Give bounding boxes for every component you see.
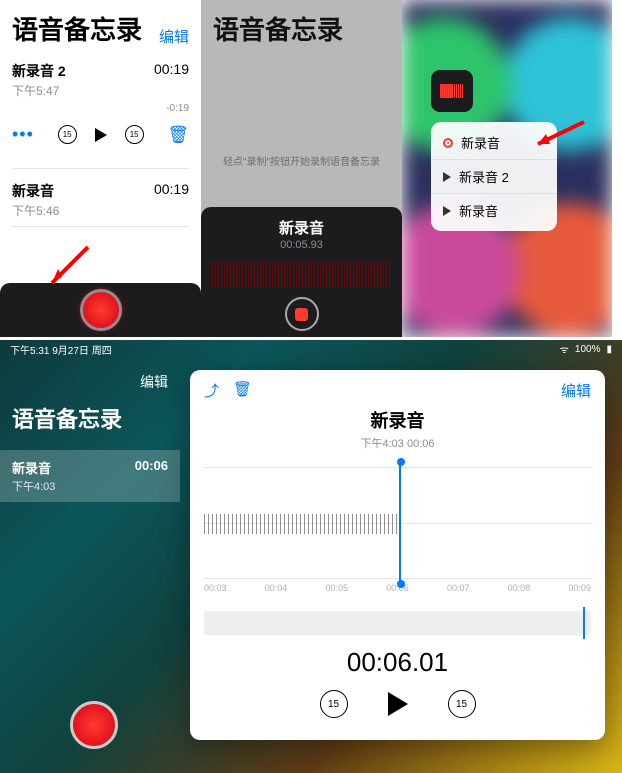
record-button[interactable] [70,701,118,749]
playhead-icon[interactable] [583,607,585,639]
more-icon[interactable]: ••• [12,124,34,145]
edit-button[interactable]: 编辑 [12,372,168,392]
share-icon[interactable]: ⤴︎ [204,380,219,401]
recording-duration: 00:06 [135,458,168,477]
app-title: 语音备忘录 [201,0,402,53]
recording-sheet: 新录音 00:05.93 [201,207,402,337]
playhead-icon[interactable] [399,462,401,584]
quick-action-record[interactable]: 新录音 [431,126,557,160]
skip-forward-icon[interactable]: 15 [448,690,476,718]
playback-time: 00:06.01 [204,647,591,678]
trash-icon[interactable]: 🗑 [233,380,252,401]
play-icon [443,206,451,216]
recording-time: 下午5:47 [12,82,189,99]
panel-recording-sheet: 语音备忘录 轻点"录制"按钮开始录制语音备忘录 新录音 00:05.93 [201,0,402,337]
record-button[interactable] [80,289,122,331]
recording-row-selected[interactable]: 新录音 2 00:19 下午5:47 [0,53,201,103]
recording-subtitle: 下午4:03 00:06 [204,435,591,451]
recording-title: 新录音 [12,458,51,477]
skip-back-icon[interactable]: 15 [58,125,77,144]
recording-title: 新录音 [12,181,54,201]
skip-back-icon[interactable]: 15 [320,690,348,718]
play-icon[interactable] [388,692,408,716]
record-icon [443,138,453,148]
play-icon [443,172,451,182]
play-icon[interactable] [95,128,107,142]
recording-row[interactable]: 新录音 00:19 下午5:46 [0,173,201,231]
detail-card: ⤴︎ 🗑 编辑 新录音 下午4:03 00:06 00:0300:0400:05… [190,370,605,740]
recording-elapsed: 00:05.93 [201,239,402,251]
sidebar: 编辑 语音备忘录 新录音 00:06 下午4:03 [0,358,180,516]
panel-ipad-detail: 下午5:31 9月27日 周四 ᯤ 100% ▮ 编辑 语音备忘录 新录音 00… [0,340,622,773]
app-title: 语音备忘录 [12,402,168,434]
empty-hint: 轻点"录制"按钮开始录制语音备忘录 [201,153,402,168]
waveform-large[interactable] [204,467,591,579]
recording-title: 新录音 [204,407,591,433]
recording-duration: 00:19 [154,61,189,81]
recording-title: 新录音 2 [12,61,66,81]
quick-action-label: 新录音 2 [459,167,509,186]
recording-duration: 00:19 [154,181,189,201]
quick-action-menu: 新录音 新录音 2 新录音 [431,122,557,231]
quick-action-play[interactable]: 新录音 2 [431,160,557,194]
trash-icon[interactable]: 🗑 [167,125,189,145]
quick-action-label: 新录音 [459,201,498,220]
record-bar [0,283,201,337]
skip-forward-icon[interactable]: 15 [125,125,144,144]
recording-time: 下午5:46 [12,202,189,219]
voice-memos-app-icon[interactable] [431,70,473,112]
panel-list-view: 语音备忘录 编辑 新录音 2 00:19 下午5:47 -0:19 ••• 15… [0,0,201,337]
battery-icon: ▮ [606,344,612,355]
recording-row-selected[interactable]: 新录音 00:06 下午4:03 [0,450,180,502]
panel-quick-actions: 新录音 新录音 2 新录音 [402,0,612,337]
waveform-icon [212,261,392,287]
status-bar: 下午5:31 9月27日 周四 ᯤ 100% ▮ [0,340,622,358]
remaining-time: -0:19 [166,103,189,114]
edit-button[interactable]: 编辑 [159,26,189,47]
wifi-icon: ᯤ [560,342,569,356]
stop-button[interactable] [285,297,319,331]
quick-action-play[interactable]: 新录音 [431,194,557,227]
waveform-overview[interactable] [204,611,591,635]
recording-time: 下午4:03 [12,478,168,494]
edit-button[interactable]: 编辑 [561,380,591,401]
quick-action-label: 新录音 [461,133,500,152]
battery-percent: 100% [575,344,601,355]
app-title: 语音备忘录 [12,10,142,47]
waveform-icon [440,84,464,98]
recording-title: 新录音 [201,217,402,238]
status-time: 下午5:31 9月27日 周四 [10,342,112,357]
